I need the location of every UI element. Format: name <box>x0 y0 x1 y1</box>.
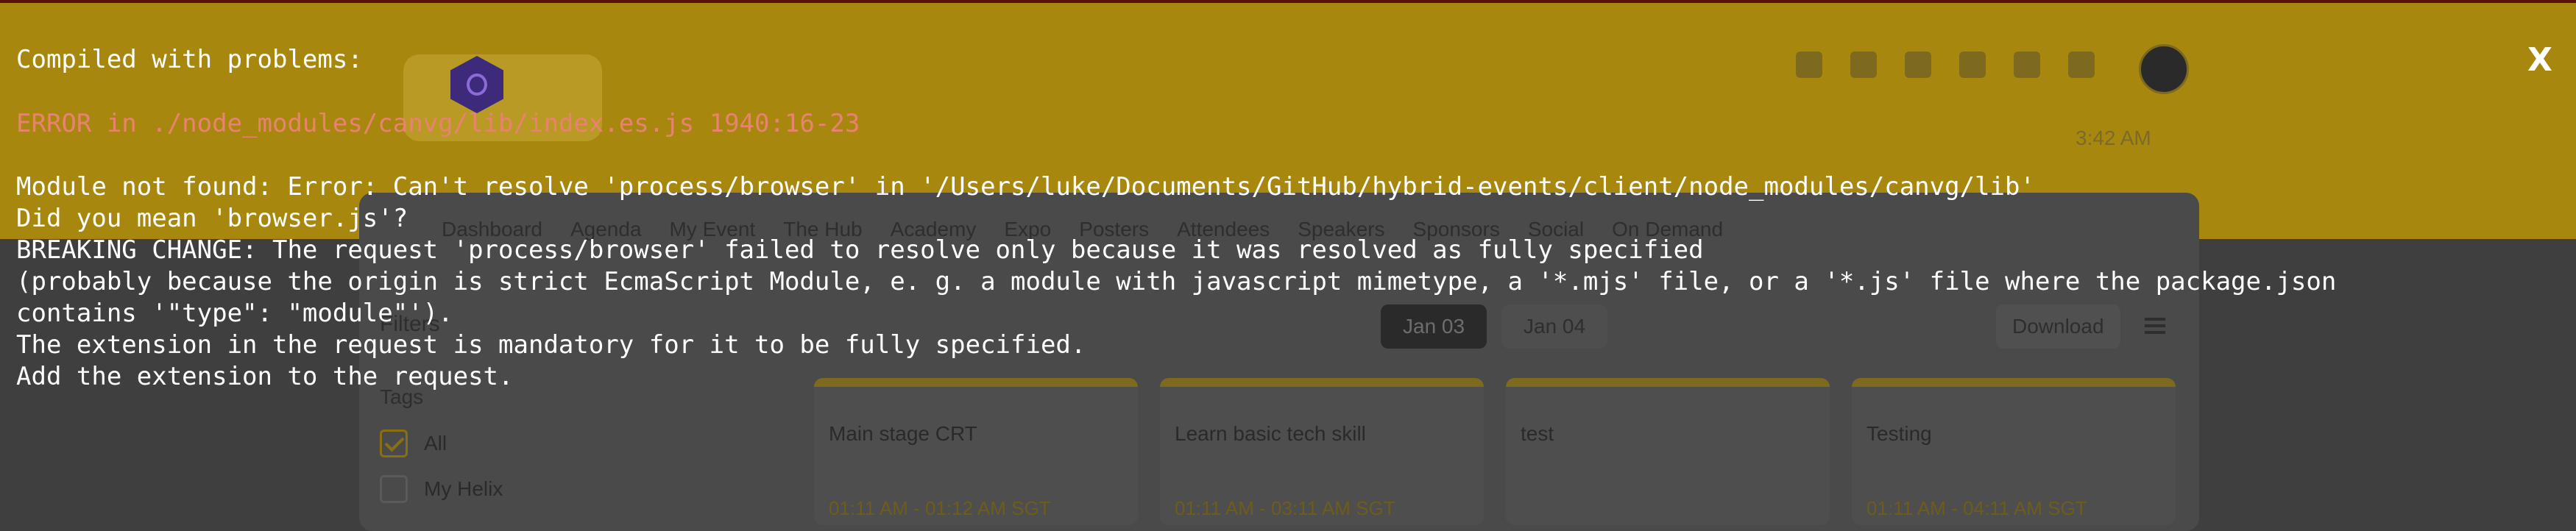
close-button[interactable]: X <box>2520 38 2560 82</box>
error-message-line: Did you mean 'browser.js'? <box>16 204 408 233</box>
error-message-line: (probably because the origin is strict E… <box>16 267 2337 296</box>
error-message-line: Module not found: Error: Can't resolve '… <box>16 172 2035 202</box>
error-message-line: Add the extension to the request. <box>16 362 514 391</box>
error-message-line: The extension in the request is mandator… <box>16 330 1086 360</box>
compile-error-overlay: Compiled with problems: ERROR in ./node_… <box>0 0 2576 516</box>
error-message-line: BREAKING CHANGE: The request 'process/br… <box>16 235 1704 265</box>
error-location: ERROR in ./node_modules/canvg/lib/index.… <box>16 109 860 138</box>
overlay-heading: Compiled with problems: <box>16 45 363 74</box>
error-message-line: contains '"type": "module"'). <box>16 299 453 328</box>
